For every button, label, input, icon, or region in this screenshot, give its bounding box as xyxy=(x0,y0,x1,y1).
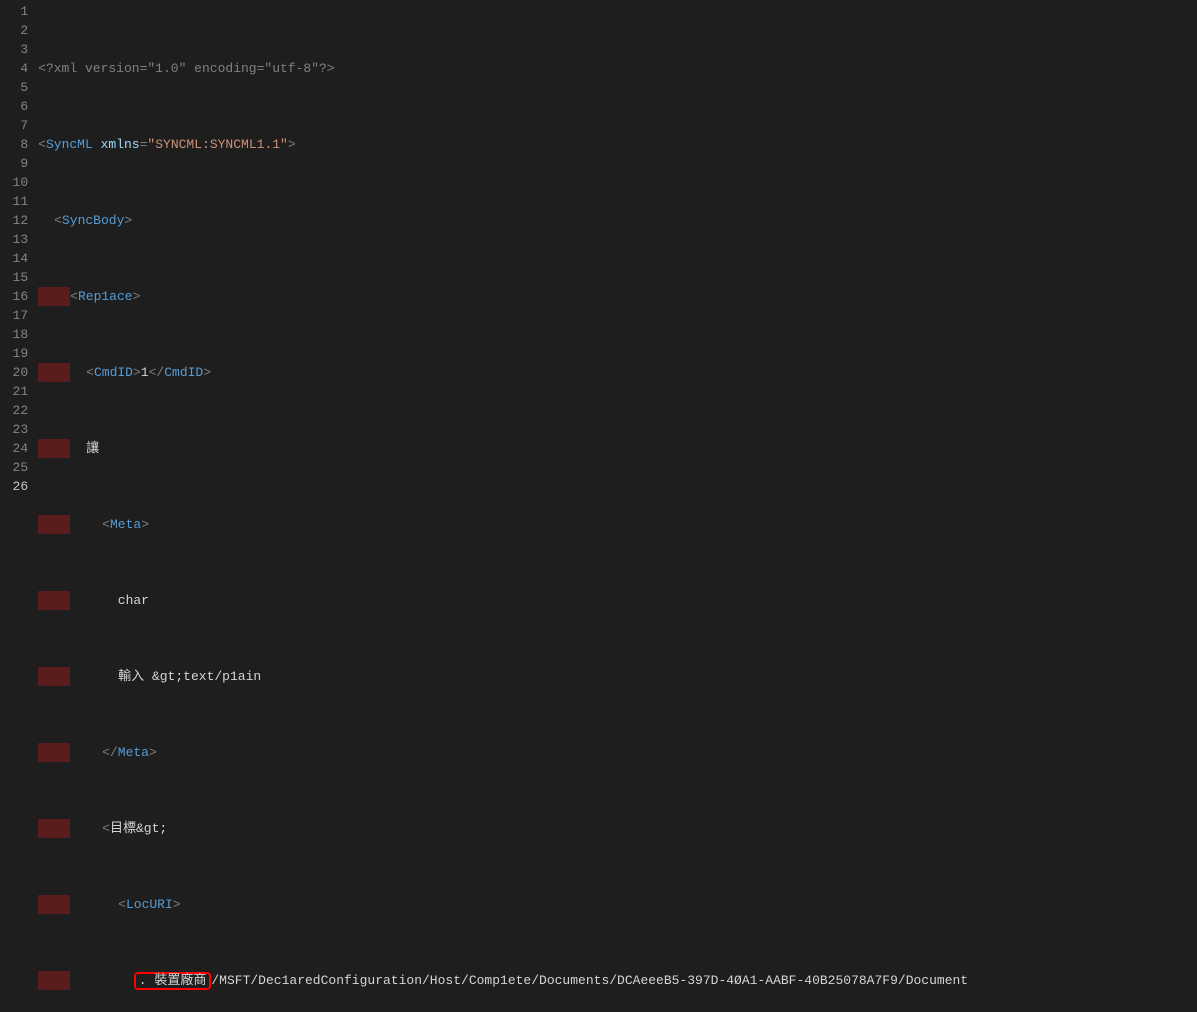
xml-declaration: <?xml version="1.0" encoding="utf-8"?> xyxy=(38,59,334,78)
line-number: 17 xyxy=(0,306,28,325)
line-number-gutter: 1 2 3 4 5 6 7 8 9 10 11 12 13 14 15 16 1… xyxy=(0,0,38,506)
code-line[interactable]: <目標&gt; xyxy=(38,819,1197,838)
line-number: 5 xyxy=(0,78,28,97)
line-number: 15 xyxy=(0,268,28,287)
code-line[interactable]: <SyncBody> xyxy=(38,211,1197,230)
code-line[interactable]: <LocURI> xyxy=(38,895,1197,914)
tag-syncml: SyncML xyxy=(46,135,93,154)
code-line[interactable]: char xyxy=(38,591,1197,610)
tag-cmdid: CmdID xyxy=(94,363,133,382)
line-number: 8 xyxy=(0,135,28,154)
diff-marker xyxy=(38,743,70,762)
line-number: 20 xyxy=(0,363,28,382)
diff-marker xyxy=(38,667,70,686)
text-content: char xyxy=(118,591,149,610)
code-line[interactable]: <CmdID>1</CmdID> xyxy=(38,363,1197,382)
code-line[interactable]: <SyncML xmlns="SYNCML:SYNCML1.1"> xyxy=(38,135,1197,154)
line-number: 23 xyxy=(0,420,28,439)
cmdid-value: 1 xyxy=(141,363,149,382)
diff-marker xyxy=(38,971,70,990)
diff-marker xyxy=(38,363,70,382)
tag-locuri: LocURI xyxy=(126,895,173,914)
diff-marker xyxy=(38,287,70,306)
attr-value: "SYNCML:SYNCML1.1" xyxy=(147,135,287,154)
code-line[interactable]: <Meta> xyxy=(38,515,1197,534)
line-number: 11 xyxy=(0,192,28,211)
locuri-vendor: . 裝置廠商 xyxy=(139,971,207,990)
diff-marker xyxy=(38,515,70,534)
line-number: 10 xyxy=(0,173,28,192)
line-number: 21 xyxy=(0,382,28,401)
line-number: 26 xyxy=(0,477,28,496)
line-number: 16 xyxy=(0,287,28,306)
attr-xmlns: xmlns xyxy=(101,135,140,154)
line-number: 1 xyxy=(0,2,28,21)
tag-replace: Rep1ace xyxy=(78,287,133,306)
line-number: 2 xyxy=(0,21,28,40)
annotation-box-vendor: . 裝置廠商 xyxy=(134,972,212,990)
tag-cmdid-close: CmdID xyxy=(164,363,203,382)
diff-marker xyxy=(38,591,70,610)
line-number: 13 xyxy=(0,230,28,249)
line-number: 6 xyxy=(0,97,28,116)
line-number: 3 xyxy=(0,40,28,59)
line-number: 24 xyxy=(0,439,28,458)
diff-marker xyxy=(38,819,70,838)
line-number: 9 xyxy=(0,154,28,173)
line-number: 7 xyxy=(0,116,28,135)
code-line[interactable]: 讓 xyxy=(38,439,1197,458)
line-number: 4 xyxy=(0,59,28,78)
tag-syncbody: SyncBody xyxy=(62,211,124,230)
locuri-path: /MSFT/Dec1aredConfiguration/Host/Comp1et… xyxy=(211,971,968,990)
text-content: 讓 xyxy=(86,439,99,458)
code-line[interactable]: <?xml version="1.0" encoding="utf-8"?> xyxy=(38,59,1197,78)
text-content: 輸入 &gt;text/p1ain xyxy=(118,667,261,686)
line-number: 22 xyxy=(0,401,28,420)
diff-marker xyxy=(38,895,70,914)
code-line[interactable]: . 裝置廠商/MSFT/Dec1aredConfiguration/Host/C… xyxy=(38,971,1197,990)
code-line[interactable]: </Meta> xyxy=(38,743,1197,762)
code-line[interactable]: 輸入 &gt;text/p1ain xyxy=(38,667,1197,686)
line-number: 12 xyxy=(0,211,28,230)
tag-meta: Meta xyxy=(110,515,141,534)
code-line[interactable]: <Rep1ace> xyxy=(38,287,1197,306)
text-content: 目標&gt; xyxy=(110,819,167,838)
diff-marker xyxy=(38,439,70,458)
line-number: 25 xyxy=(0,458,28,477)
code-area[interactable]: <?xml version="1.0" encoding="utf-8"?> <… xyxy=(38,0,1197,506)
tag-meta-close: Meta xyxy=(118,743,149,762)
line-number: 19 xyxy=(0,344,28,363)
line-number: 18 xyxy=(0,325,28,344)
line-number: 14 xyxy=(0,249,28,268)
code-editor[interactable]: 1 2 3 4 5 6 7 8 9 10 11 12 13 14 15 16 1… xyxy=(0,0,1197,506)
